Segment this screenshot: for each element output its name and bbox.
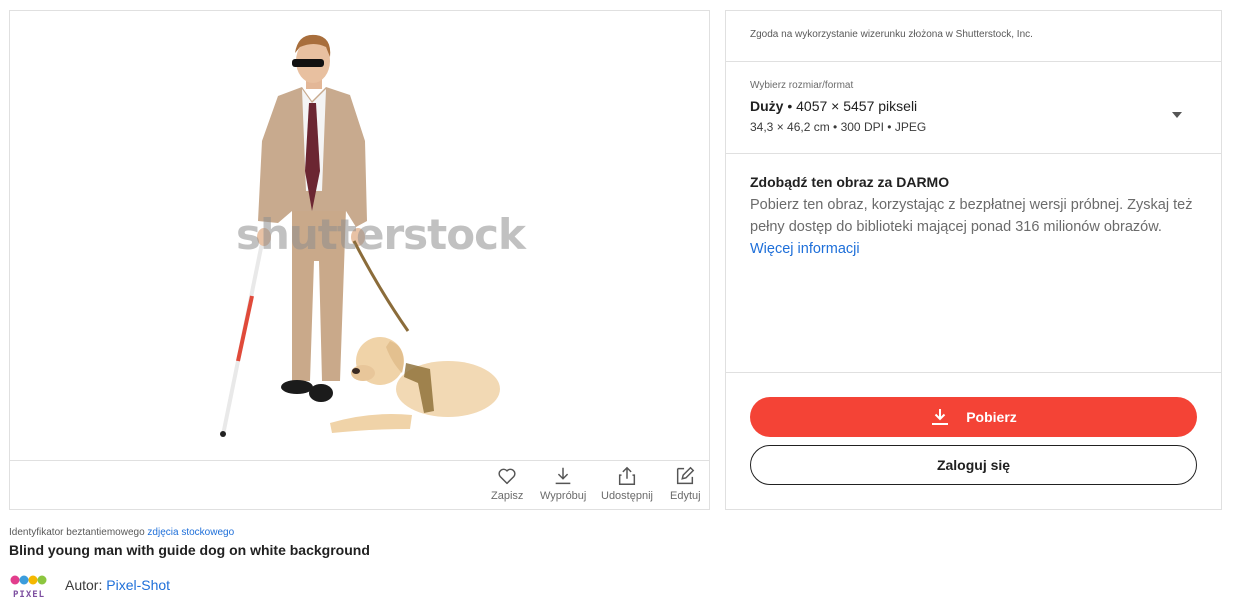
image-id-label: Identyfikator beztantiemowego [9, 527, 145, 538]
photo-illustration: shutterstock [220, 34, 528, 437]
size-details: 34,3 × 46,2 cm • 300 DPI • JPEG [750, 120, 927, 134]
author-logo-text: PIXEL [13, 590, 45, 599]
cane-red-band [236, 295, 254, 362]
share-button[interactable]: Udostępnij [601, 465, 653, 502]
edit-button[interactable]: Edytuj [670, 465, 701, 502]
heart-icon [498, 468, 516, 485]
free-offer-title: Zdobądź ten obraz za DARMO [750, 174, 950, 190]
share-icon [618, 466, 636, 485]
image-action-bar: Zapisz Wypróbuj Udostępnij Edytuj [10, 460, 709, 509]
login-button[interactable]: Zaloguj się [750, 445, 1197, 485]
size-format-select[interactable]: Wybierz rozmiar/format Duży • 4057 × 545… [726, 62, 1221, 154]
purchase-panel: Zgoda na wykorzystanie wizerunku złożona… [725, 10, 1222, 510]
edit-icon [677, 466, 695, 485]
author-label: Autor: [65, 577, 103, 593]
try-label: Wypróbuj [540, 490, 587, 502]
sunglasses [292, 59, 324, 67]
free-offer-text: Pobierz ten obraz, korzystając z bezpłat… [750, 197, 1193, 235]
image-id-line: Identyfikator beztantiemowego zdjęcia st… [9, 527, 234, 538]
model-release-note: Zgoda na wykorzystanie wizerunku złożona… [726, 11, 1221, 62]
size-dimensions: • 4057 × 5457 pikseli [787, 98, 918, 114]
save-label: Zapisz [491, 490, 524, 502]
free-trial-offer: Zdobądź ten obraz za DARMO Pobierz ten o… [726, 154, 1221, 373]
watermark: shutterstock [236, 210, 527, 259]
size-name: Duży [750, 98, 784, 114]
stock-photo-link[interactable]: zdjęcia stockowego [147, 527, 234, 538]
author-line: Autor: Pixel-Shot [65, 577, 170, 593]
download-icon [555, 467, 571, 485]
download-icon [932, 409, 949, 425]
download-button[interactable]: Pobierz [750, 397, 1197, 437]
download-button-label: Pobierz [966, 409, 1017, 425]
image-preview-panel: shutterstock Zapisz Wypróbuj Udostępnij … [9, 10, 710, 510]
share-label: Udostępnij [601, 490, 653, 502]
save-button[interactable]: Zapisz [491, 465, 523, 502]
more-info-link[interactable]: Więcej informacji [750, 238, 860, 260]
author-logo[interactable]: PIXEL [10, 573, 48, 599]
stock-photo[interactable]: shutterstock [10, 11, 709, 459]
image-title: Blind young man with guide dog on white … [9, 542, 370, 558]
edit-label: Edytuj [670, 490, 701, 502]
try-button[interactable]: Wypróbuj [540, 465, 586, 502]
size-select-caption: Wybierz rozmiar/format [750, 80, 854, 91]
size-select-value: Duży • 4057 × 5457 pikseli [750, 98, 917, 114]
chevron-down-icon[interactable] [1172, 112, 1182, 118]
author-link[interactable]: Pixel-Shot [106, 577, 170, 593]
